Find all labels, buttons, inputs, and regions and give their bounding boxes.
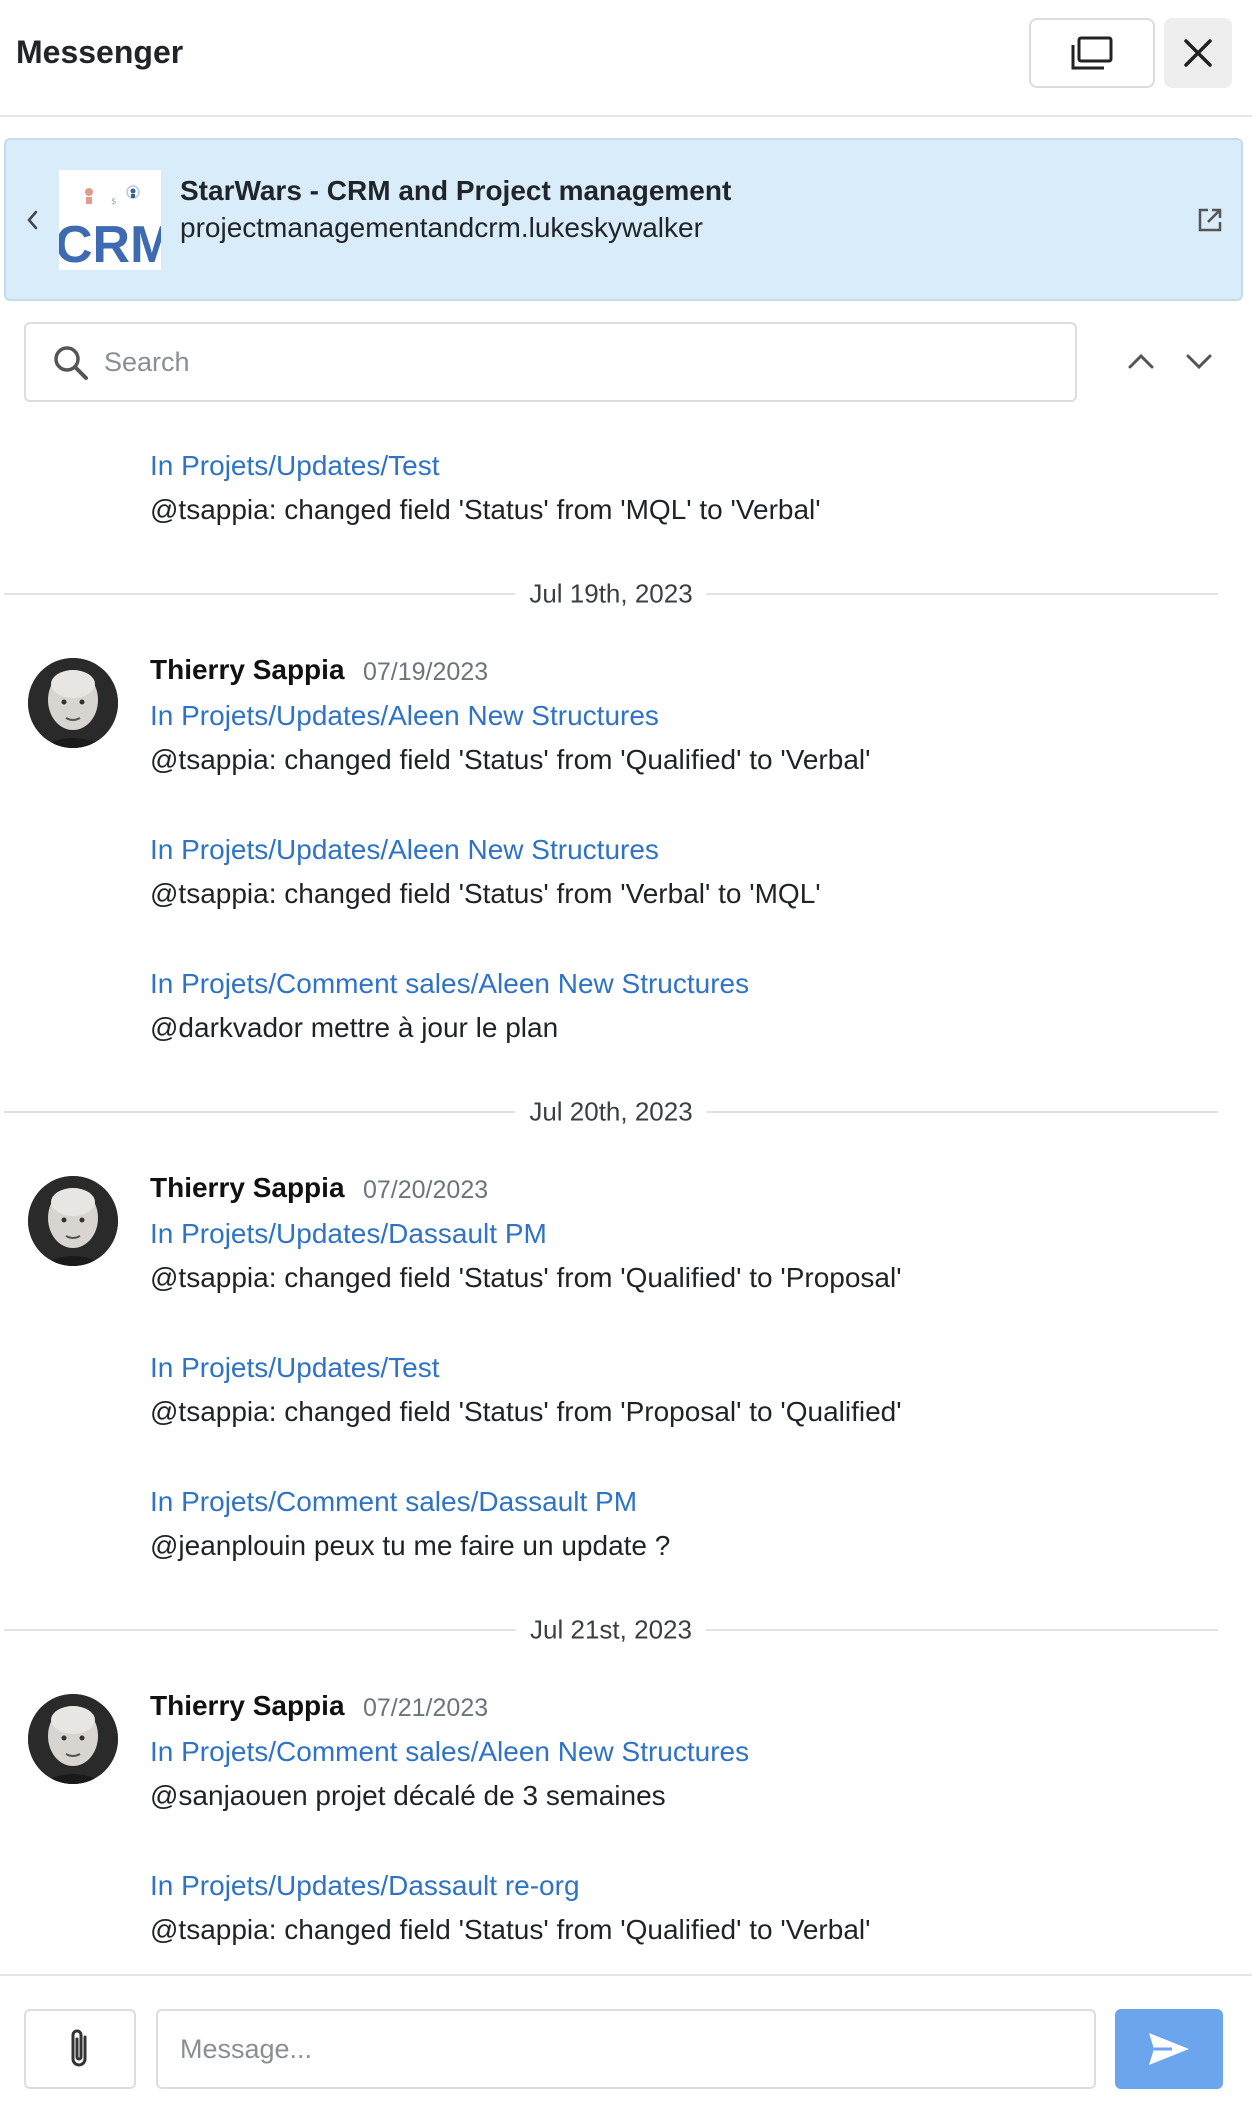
message-text: @darkvador mettre à jour le plan [150,1012,559,1043]
channel-url: projectmanagementandcrm.lukeskywalker [180,212,703,243]
message-text: @tsappia: changed field 'Status' from 'Q… [150,1262,902,1293]
external-link-icon[interactable] [1196,206,1224,234]
date-separator: Jul 19th, 2023 [4,578,1218,610]
channel-logo: $ CRM [59,170,161,270]
chevron-down-icon[interactable] [1184,348,1214,374]
paperclip-icon [71,2029,87,2067]
message-date: 07/19/2023 [363,658,489,686]
send-button[interactable] [1115,2009,1223,2089]
window-popout-icon [1071,36,1113,70]
message-date: 07/20/2023 [363,1176,489,1204]
search-icon [54,346,88,380]
attach-button[interactable] [24,2009,136,2089]
avatar[interactable] [28,658,118,748]
message-thread: In Projets/Updates/Test @tsappia: change… [0,410,1252,1972]
message-text: @tsappia: changed field 'Status' from 'Q… [150,1914,871,1945]
avatar[interactable] [28,1694,118,1784]
message-author: Thierry Sappia [150,1172,345,1203]
message-context-link[interactable]: In Projets/Updates/Dassault re-org [150,1870,580,1902]
search-input[interactable] [104,340,1044,384]
message-context-link[interactable]: In Projets/Updates/Test [150,450,439,482]
message-context-link[interactable]: In Projets/Updates/Test [150,1352,439,1384]
message-text: @tsappia: changed field 'Status' from 'M… [150,494,821,525]
message-author: Thierry Sappia [150,1690,345,1721]
message-composer [0,1974,1252,2106]
chevron-left-icon[interactable] [24,200,40,240]
svg-text:CRM: CRM [59,216,161,270]
svg-text:$: $ [111,197,117,207]
message-context-link[interactable]: In Projets/Comment sales/Aleen New Struc… [150,1736,749,1768]
message-author: Thierry Sappia [150,654,345,685]
send-icon [1149,2033,1189,2065]
close-button[interactable] [1164,18,1232,88]
message-context-link[interactable]: In Projets/Updates/Dassault PM [150,1218,547,1250]
popout-button[interactable] [1029,18,1155,88]
message-context-link[interactable]: In Projets/Updates/Aleen New Structures [150,834,659,866]
date-separator: Jul 20th, 2023 [4,1096,1218,1128]
date-separator: Jul 21st, 2023 [4,1614,1218,1646]
message-context-link[interactable]: In Projets/Comment sales/Aleen New Struc… [150,968,749,1000]
message-text: @tsappia: changed field 'Status' from 'P… [150,1396,902,1427]
channel-name: StarWars - CRM and Project management [180,175,732,206]
chevron-up-icon[interactable] [1126,348,1156,374]
message-context-link[interactable]: In Projets/Comment sales/Dassault PM [150,1486,637,1518]
avatar[interactable] [28,1176,118,1266]
window-title: Messenger [16,34,184,70]
close-icon [1184,39,1212,67]
message-input[interactable] [156,2009,1096,2089]
message-text: @tsappia: changed field 'Status' from 'Q… [150,744,871,775]
message-text: @tsappia: changed field 'Status' from 'V… [150,878,821,909]
message-context-link[interactable]: In Projets/Updates/Aleen New Structures [150,700,659,732]
channel-card[interactable]: $ CRM StarWars - CRM and Project managem… [4,138,1243,301]
search-box[interactable] [24,322,1077,402]
messenger-header: Messenger [0,0,1252,117]
message-text: @jeanplouin peux tu me faire un update ? [150,1530,671,1561]
message-text: @sanjaouen projet décalé de 3 semaines [150,1780,666,1811]
message-date: 07/21/2023 [363,1694,489,1722]
